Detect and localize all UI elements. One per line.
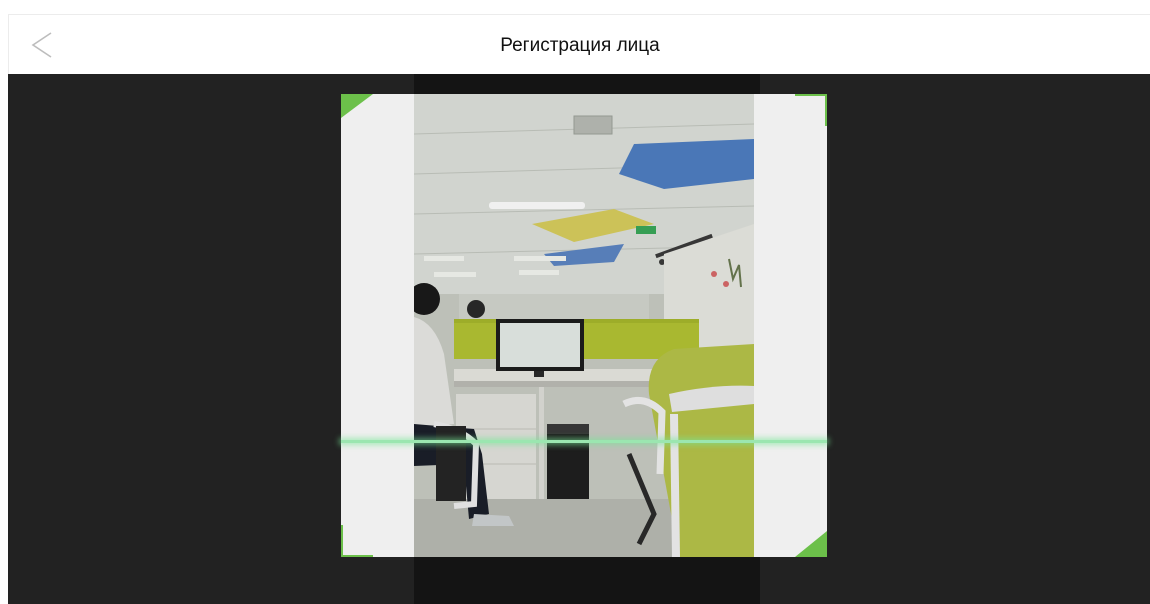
- page-title: Регистрация лица: [500, 35, 660, 56]
- scan-line: [341, 440, 827, 443]
- face-registration-screen: Регистрация лица: [0, 0, 1150, 604]
- status-strip: [0, 0, 1150, 12]
- office-scene-image: [414, 94, 754, 557]
- camera-preview: [414, 94, 754, 557]
- frame-corner-top-right-icon: [795, 94, 827, 126]
- camera-viewport: [8, 74, 1150, 604]
- face-capture-frame: [341, 94, 827, 557]
- header-bar: Регистрация лица: [8, 14, 1150, 75]
- capture-side-panel-left: [341, 94, 414, 557]
- frame-corner-top-left-icon: [341, 94, 373, 118]
- frame-corner-bottom-right-icon: [795, 531, 827, 557]
- capture-side-panel-right: [754, 94, 827, 557]
- frame-corner-bottom-left-icon: [341, 525, 373, 557]
